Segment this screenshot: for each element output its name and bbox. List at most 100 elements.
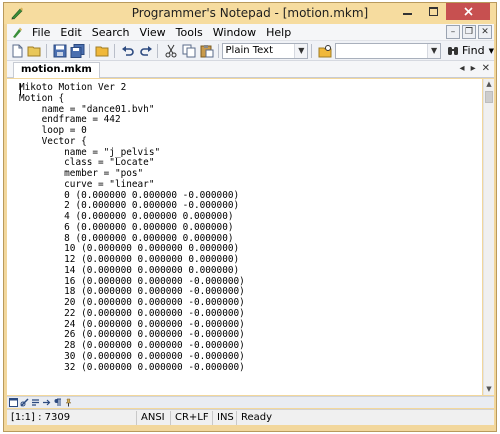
new-file-button[interactable]	[9, 43, 25, 59]
code-line[interactable]: 6 (0.000000 0.000000 0.000000)	[19, 222, 482, 234]
open-file-button[interactable]	[27, 43, 43, 59]
toolbar-separator	[217, 43, 219, 58]
menu-tools[interactable]: Tools	[171, 26, 208, 39]
save-icon	[53, 44, 67, 57]
restore-icon: ❐	[464, 27, 474, 37]
scrollbar-thumb[interactable]	[485, 91, 493, 103]
line-ending-status[interactable]: CR+LF	[171, 410, 213, 425]
search-input[interactable]: ▼	[335, 42, 442, 59]
find-in-files-icon	[318, 44, 332, 57]
scroll-up-icon[interactable]: ▲	[484, 79, 494, 90]
toolbar-separator	[113, 43, 115, 58]
menu-edit[interactable]: Edit	[55, 26, 86, 39]
maximize-icon	[428, 7, 438, 16]
code-line[interactable]: Motion {	[19, 93, 482, 105]
ready-status: Ready	[241, 411, 273, 423]
toolbar-separator	[156, 43, 158, 58]
code-line[interactable]: loop = 0	[19, 125, 482, 137]
editor-text[interactable]: Mikoto Motion Ver 2 Motion { name = "danc…	[7, 79, 482, 373]
word-wrap-icon[interactable]	[31, 398, 40, 407]
tab-motion-mkm[interactable]: motion.mkm	[13, 62, 100, 78]
paste-button[interactable]	[199, 43, 215, 59]
tab-controls: ◂ ▸ ✕	[454, 63, 490, 74]
close-button[interactable]	[446, 3, 490, 20]
chevron-down-icon: ▼	[427, 43, 441, 58]
chevron-down-icon: ▼	[294, 43, 308, 58]
app-window: Programmer's Notepad - [motion.mkm] File…	[3, 2, 497, 432]
menu-file[interactable]: File	[27, 26, 55, 39]
doc-close-button[interactable]: ✕	[478, 25, 492, 39]
menu-bar: File Edit Search View Tools Window Help …	[7, 24, 494, 41]
output-window-icon[interactable]	[9, 398, 18, 407]
maximize-button[interactable]	[420, 3, 446, 20]
tab-scroll-left-icon[interactable]: ◂	[460, 63, 465, 74]
cut-icon	[165, 44, 177, 57]
doc-minimize-button[interactable]: –	[446, 25, 460, 39]
vertical-scrollbar[interactable]: ▲ ▼	[483, 79, 494, 395]
scheme-select[interactable]: Plain Text ▼	[221, 42, 309, 59]
document-tab-strip: motion.mkm ◂ ▸ ✕	[7, 61, 494, 78]
code-line[interactable]: endframe = 442	[19, 114, 482, 126]
minimize-icon	[402, 13, 412, 15]
menu-window[interactable]: Window	[208, 26, 261, 39]
minimize-button[interactable]	[394, 3, 420, 20]
copy-button[interactable]	[181, 43, 197, 59]
clear-output-icon[interactable]	[20, 398, 29, 407]
document-window-controls: – ❐ ✕	[444, 25, 492, 39]
save-button[interactable]	[52, 43, 68, 59]
scroll-down-icon[interactable]: ▼	[484, 384, 494, 395]
tab-scroll-right-icon[interactable]: ▸	[471, 63, 476, 74]
code-line[interactable]: 30 (0.000000 0.000000 -0.000000)	[19, 351, 482, 363]
pin-icon[interactable]	[64, 398, 73, 407]
menu-help[interactable]: Help	[261, 26, 296, 39]
close-icon	[463, 7, 473, 16]
redo-button[interactable]	[138, 43, 154, 59]
menu-search[interactable]: Search	[87, 26, 135, 39]
code-line[interactable]: 32 (0.000000 0.000000 -0.000000)	[19, 362, 482, 374]
redo-icon	[139, 45, 152, 56]
find-button[interactable]: Find ▼	[447, 44, 494, 57]
window-controls	[394, 3, 490, 21]
save-all-icon	[70, 43, 85, 58]
new-file-icon	[12, 44, 23, 57]
paste-icon	[200, 44, 214, 57]
open-project-button[interactable]	[95, 43, 111, 59]
binoculars-icon	[448, 47, 459, 55]
chevron-down-icon: ▼	[488, 46, 494, 55]
main-toolbar: Plain Text ▼ ▼ Find ▼	[7, 41, 494, 61]
code-editor[interactable]: Mikoto Motion Ver 2 Motion { name = "danc…	[7, 79, 482, 395]
next-result-icon[interactable]	[42, 398, 51, 407]
folder-icon	[95, 46, 109, 56]
code-line[interactable]: 22 (0.000000 0.000000 -0.000000)	[19, 308, 482, 320]
cut-button[interactable]	[163, 43, 179, 59]
text-caret	[20, 84, 21, 95]
undo-icon	[121, 45, 134, 56]
code-line[interactable]: Vector {	[19, 136, 482, 148]
find-button-label: Find	[462, 44, 485, 57]
toolbar-separator	[88, 43, 90, 58]
tab-close-icon[interactable]: ✕	[482, 63, 490, 74]
document-icon[interactable]	[11, 26, 23, 38]
minimize-icon: –	[450, 27, 456, 37]
doc-restore-button[interactable]: ❐	[462, 25, 476, 39]
open-folder-icon	[27, 46, 41, 56]
status-bar: [1:1] : 7309 ANSI CR+LF INS Ready	[7, 409, 494, 425]
toolbar-separator	[45, 43, 47, 58]
find-in-files-button[interactable]	[317, 43, 333, 59]
toolbar-separator	[311, 43, 313, 58]
menu-view[interactable]: View	[135, 26, 171, 39]
encoding-status[interactable]: ANSI	[137, 410, 171, 425]
copy-icon	[182, 44, 196, 57]
output-toolbar	[7, 396, 494, 408]
save-all-button[interactable]	[70, 43, 86, 59]
insert-mode-status: INS	[213, 410, 237, 425]
undo-button[interactable]	[120, 43, 136, 59]
title-bar[interactable]: Programmer's Notepad - [motion.mkm]	[4, 3, 496, 24]
code-line[interactable]: curve = "linear"	[19, 179, 482, 191]
cursor-position: [1:1] : 7309	[7, 410, 137, 425]
code-line[interactable]: Mikoto Motion Ver 2	[19, 82, 482, 94]
pilcrow-icon[interactable]	[53, 398, 62, 407]
scheme-select-value: Plain Text	[225, 44, 273, 56]
close-icon: ✕	[481, 27, 489, 37]
code-line[interactable]: 14 (0.000000 0.000000 0.000000)	[19, 265, 482, 277]
